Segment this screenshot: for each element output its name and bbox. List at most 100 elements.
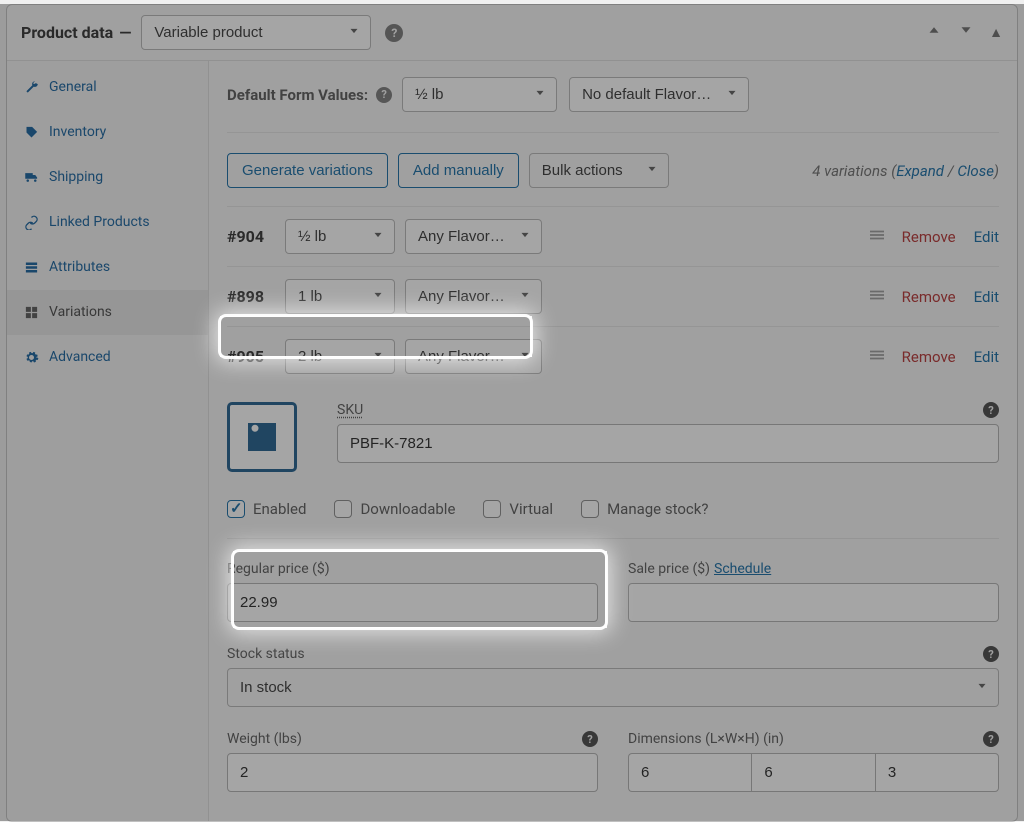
variation-flavor-select[interactable]: Any Flavor… <box>405 339 542 374</box>
dimension-length-input[interactable] <box>628 753 751 792</box>
sidebar-item-label: Attributes <box>49 259 110 275</box>
variation-row: #905 2 lb Any Flavor… Remove Edit <box>227 326 999 386</box>
sidebar-item-label: Linked Products <box>49 214 150 230</box>
image-icon <box>241 416 283 458</box>
move-down-icon[interactable] <box>957 21 975 44</box>
regular-price-input[interactable] <box>227 583 598 622</box>
variation-weight-select[interactable]: 2 lb <box>285 339 395 374</box>
variation-weight-select[interactable]: 1 lb <box>285 279 395 314</box>
variation-expanded: SKU ? Enabled Downloadable <box>227 386 999 792</box>
dimensions-group <box>628 753 999 792</box>
variation-id: #904 <box>227 227 277 246</box>
bulk-actions-select[interactable]: Bulk actions <box>529 153 669 188</box>
product-type-select-wrap: Variable product <box>141 15 371 50</box>
default-flavor-select[interactable]: No default Flavor… <box>569 77 749 112</box>
sale-price-label: Sale price ($) Schedule <box>628 561 999 577</box>
remove-link[interactable]: Remove <box>902 348 956 366</box>
product-type-select[interactable]: Variable product <box>141 15 371 50</box>
sidebar-item-attributes[interactable]: Attributes <box>7 245 208 290</box>
dimension-height-input[interactable] <box>875 753 999 792</box>
sale-price-block: Sale price ($) Schedule <box>628 561 999 622</box>
price-row: Regular price ($) Sale price ($) Schedul… <box>227 561 999 622</box>
sidebar-item-label: Shipping <box>49 169 103 185</box>
downloadable-checkbox-item[interactable]: Downloadable <box>334 500 455 518</box>
help-icon[interactable]: ? <box>983 646 999 662</box>
edit-link[interactable]: Edit <box>974 228 999 246</box>
checkbox-row: Enabled Downloadable Virtual Manage stoc… <box>227 492 999 539</box>
downloadable-checkbox[interactable] <box>334 500 352 518</box>
gear-icon <box>23 349 39 365</box>
stock-status-block: Stock status ? In stock <box>227 646 999 707</box>
variation-row: #898 1 lb Any Flavor… Remove Edit <box>227 266 999 326</box>
panel-header-controls: ▲ <box>925 21 1003 44</box>
enabled-checkbox-item[interactable]: Enabled <box>227 500 306 518</box>
weight-input[interactable] <box>227 753 598 792</box>
list-icon <box>23 259 39 275</box>
sku-label: SKU ? <box>337 402 999 418</box>
weight-block: Weight (lbs) ? <box>227 731 598 792</box>
expand-link[interactable]: Expand <box>896 162 944 180</box>
sale-price-input[interactable] <box>628 583 999 622</box>
move-up-icon[interactable] <box>925 21 943 44</box>
panel-header: Product data — Variable product ? ▲ <box>7 5 1017 61</box>
product-data-panel: Product data — Variable product ? ▲ Gene… <box>6 4 1018 822</box>
regular-price-label: Regular price ($) <box>227 561 598 577</box>
variations-actions-row: Generate variations Add manually Bulk ac… <box>227 153 999 188</box>
collapse-icon[interactable]: ▲ <box>989 26 1003 40</box>
help-icon[interactable]: ? <box>376 87 392 103</box>
manage-stock-checkbox[interactable] <box>581 500 599 518</box>
dimension-width-input[interactable] <box>751 753 874 792</box>
variation-image-placeholder[interactable] <box>227 402 297 472</box>
close-link[interactable]: Close <box>957 162 994 180</box>
generate-variations-button[interactable]: Generate variations <box>227 153 388 188</box>
sidebar-item-advanced[interactable]: Advanced <box>7 335 208 380</box>
default-form-values-row: Default Form Values: ? ½ lb No default F… <box>227 77 999 133</box>
sku-block: SKU ? <box>337 402 999 472</box>
sku-input[interactable] <box>337 424 999 463</box>
schedule-link[interactable]: Schedule <box>714 561 771 577</box>
drag-handle-icon[interactable] <box>870 228 884 246</box>
stock-status-select[interactable]: In stock <box>227 668 999 707</box>
sidebar-item-label: General <box>49 79 97 95</box>
panel-title: Product data <box>21 23 113 42</box>
variations-count: 4 variations (Expand / Close) <box>812 162 999 180</box>
sidebar-item-variations[interactable]: Variations <box>7 290 208 335</box>
variation-flavor-select[interactable]: Any Flavor… <box>405 279 542 314</box>
help-icon[interactable]: ? <box>582 731 598 747</box>
panel-body: General Inventory Shipping Linked Produc… <box>7 61 1017 821</box>
title-dash: — <box>119 23 131 42</box>
tag-icon <box>23 124 39 140</box>
sidebar-item-label: Inventory <box>49 124 106 140</box>
grid-icon <box>23 304 39 320</box>
sidebar-item-shipping[interactable]: Shipping <box>7 155 208 200</box>
drag-handle-icon[interactable] <box>870 288 884 306</box>
variation-id: #905 <box>227 347 277 366</box>
variation-weight-select[interactable]: ½ lb <box>285 219 395 254</box>
default-weight-select[interactable]: ½ lb <box>402 77 557 112</box>
remove-link[interactable]: Remove <box>902 288 956 306</box>
variation-flavor-select[interactable]: Any Flavor… <box>405 219 542 254</box>
sidebar-item-inventory[interactable]: Inventory <box>7 110 208 155</box>
add-manually-button[interactable]: Add manually <box>398 153 519 188</box>
remove-link[interactable]: Remove <box>902 228 956 246</box>
sidebar: General Inventory Shipping Linked Produc… <box>7 61 209 821</box>
sidebar-item-general[interactable]: General <box>7 65 208 110</box>
virtual-checkbox[interactable] <box>483 500 501 518</box>
help-icon[interactable]: ? <box>983 731 999 747</box>
help-icon[interactable]: ? <box>983 402 999 418</box>
truck-icon <box>23 169 39 185</box>
default-flavor-select-wrap: No default Flavor… <box>569 77 749 112</box>
default-values-label: Default Form Values: <box>227 86 368 104</box>
help-icon[interactable]: ? <box>385 24 403 42</box>
sidebar-item-linked[interactable]: Linked Products <box>7 200 208 245</box>
manage-stock-checkbox-item[interactable]: Manage stock? <box>581 500 708 518</box>
virtual-checkbox-item[interactable]: Virtual <box>483 500 553 518</box>
bulk-actions-select-wrap: Bulk actions <box>529 153 669 188</box>
variation-row: #904 ½ lb Any Flavor… Remove Edit <box>227 206 999 266</box>
edit-link[interactable]: Edit <box>974 348 999 366</box>
edit-link[interactable]: Edit <box>974 288 999 306</box>
regular-price-block: Regular price ($) <box>227 561 598 622</box>
drag-handle-icon[interactable] <box>870 348 884 366</box>
expanded-top: SKU ? <box>227 402 999 472</box>
enabled-checkbox[interactable] <box>227 500 245 518</box>
